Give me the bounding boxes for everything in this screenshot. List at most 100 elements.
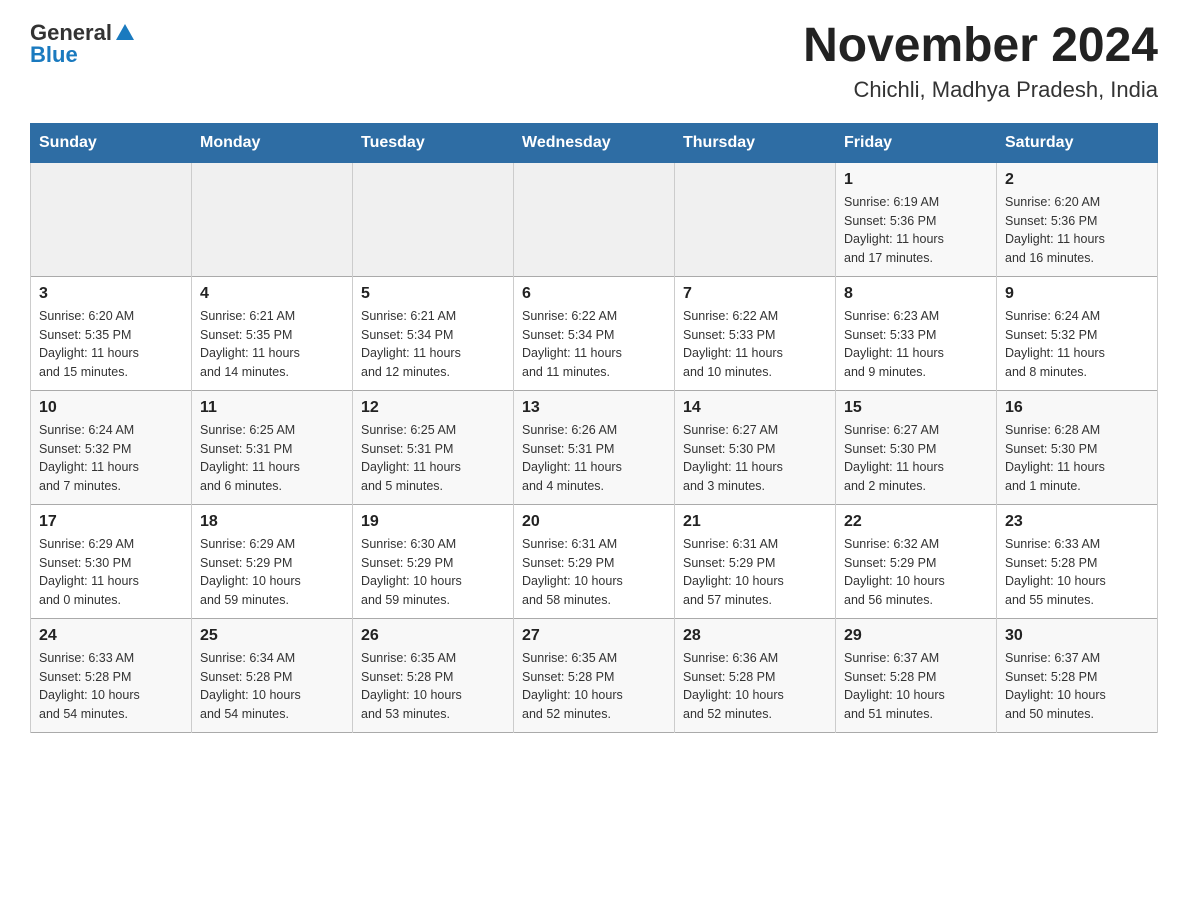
- day-info: Sunrise: 6:20 AM Sunset: 5:35 PM Dayligh…: [39, 307, 183, 382]
- calendar-cell: 16Sunrise: 6:28 AM Sunset: 5:30 PM Dayli…: [997, 390, 1158, 504]
- day-number: 30: [1005, 627, 1149, 645]
- day-number: 11: [200, 399, 344, 417]
- day-info: Sunrise: 6:22 AM Sunset: 5:34 PM Dayligh…: [522, 307, 666, 382]
- calendar-cell: 21 Sunrise: 6:31 AM Sunset: 5:29 PM Dayli…: [675, 504, 836, 618]
- calendar-cell: 18 Sunrise: 6:29 AM Sunset: 5:29 PM Dayli…: [192, 504, 353, 618]
- day-info: Sunrise: 6:25 AM Sunset: 5:31 PM Dayligh…: [361, 421, 505, 496]
- day-number: 7: [683, 285, 827, 303]
- calendar-cell: 13 Sunrise: 6:26 AM Sunset: 5:31 PM Dayli…: [514, 390, 675, 504]
- day-number: 15: [844, 399, 988, 417]
- day-info: Sunrise: 6:24 AM Sunset: 5:32 PM Dayligh…: [1005, 307, 1149, 382]
- calendar-cell: 1 Sunrise: 6:19 AM Sunset: 5:36 PM Daylig…: [836, 162, 997, 276]
- calendar-cell: 28 Sunrise: 6:36 AM Sunset: 5:28 PM Dayli…: [675, 618, 836, 732]
- day-info: Sunrise: 6:30 AM Sunset: 5:29 PM Dayligh…: [361, 535, 505, 610]
- calendar-cell: 11 Sunrise: 6:25 AM Sunset: 5:31 PM Dayli…: [192, 390, 353, 504]
- day-info: Sunrise: 6:35 AM Sunset: 5:28 PM Dayligh…: [522, 649, 666, 724]
- day-number: 14: [683, 399, 827, 417]
- day-number: 9: [1005, 285, 1149, 303]
- day-info: Sunrise: 6:26 AM Sunset: 5:31 PM Dayligh…: [522, 421, 666, 496]
- calendar-table: SundayMondayTuesdayWednesdayThursdayFrid…: [30, 123, 1158, 733]
- day-number: 26: [361, 627, 505, 645]
- calendar-cell: 20 Sunrise: 6:31 AM Sunset: 5:29 PM Dayli…: [514, 504, 675, 618]
- calendar-cell: 4Sunrise: 6:21 AM Sunset: 5:35 PM Daylig…: [192, 276, 353, 390]
- calendar-cell: 10 Sunrise: 6:24 AM Sunset: 5:32 PM Dayli…: [31, 390, 192, 504]
- calendar-cell: 17 Sunrise: 6:29 AM Sunset: 5:30 PM Dayli…: [31, 504, 192, 618]
- calendar-cell: 24Sunrise: 6:33 AM Sunset: 5:28 PM Dayli…: [31, 618, 192, 732]
- calendar-cell: 19 Sunrise: 6:30 AM Sunset: 5:29 PM Dayli…: [353, 504, 514, 618]
- calendar-cell: 15 Sunrise: 6:27 AM Sunset: 5:30 PM Dayli…: [836, 390, 997, 504]
- header-wednesday: Wednesday: [514, 123, 675, 162]
- calendar-cell: 2 Sunrise: 6:20 AM Sunset: 5:36 PM Daylig…: [997, 162, 1158, 276]
- day-number: 25: [200, 627, 344, 645]
- day-info: Sunrise: 6:32 AM Sunset: 5:29 PM Dayligh…: [844, 535, 988, 610]
- day-info: Sunrise: 6:37 AM Sunset: 5:28 PM Dayligh…: [1005, 649, 1149, 724]
- day-number: 13: [522, 399, 666, 417]
- week-row-5: 24Sunrise: 6:33 AM Sunset: 5:28 PM Dayli…: [31, 618, 1158, 732]
- calendar-cell: 22Sunrise: 6:32 AM Sunset: 5:29 PM Dayli…: [836, 504, 997, 618]
- day-number: 6: [522, 285, 666, 303]
- day-info: Sunrise: 6:27 AM Sunset: 5:30 PM Dayligh…: [683, 421, 827, 496]
- calendar-cell: 3 Sunrise: 6:20 AM Sunset: 5:35 PM Daylig…: [31, 276, 192, 390]
- day-info: Sunrise: 6:31 AM Sunset: 5:29 PM Dayligh…: [683, 535, 827, 610]
- day-info: Sunrise: 6:22 AM Sunset: 5:33 PM Dayligh…: [683, 307, 827, 382]
- day-number: 8: [844, 285, 988, 303]
- day-number: 28: [683, 627, 827, 645]
- calendar-cell: [192, 162, 353, 276]
- calendar-header-row: SundayMondayTuesdayWednesdayThursdayFrid…: [31, 123, 1158, 162]
- day-number: 17: [39, 513, 183, 531]
- calendar-cell: 26Sunrise: 6:35 AM Sunset: 5:28 PM Dayli…: [353, 618, 514, 732]
- calendar-cell: 29 Sunrise: 6:37 AM Sunset: 5:28 PM Dayli…: [836, 618, 997, 732]
- week-row-2: 3 Sunrise: 6:20 AM Sunset: 5:35 PM Daylig…: [31, 276, 1158, 390]
- day-number: 3: [39, 285, 183, 303]
- header-tuesday: Tuesday: [353, 123, 514, 162]
- calendar-cell: 27Sunrise: 6:35 AM Sunset: 5:28 PM Dayli…: [514, 618, 675, 732]
- month-title: November 2024: [803, 20, 1158, 73]
- day-info: Sunrise: 6:21 AM Sunset: 5:35 PM Dayligh…: [200, 307, 344, 382]
- day-info: Sunrise: 6:25 AM Sunset: 5:31 PM Dayligh…: [200, 421, 344, 496]
- calendar-cell: [31, 162, 192, 276]
- day-number: 1: [844, 171, 988, 189]
- header-thursday: Thursday: [675, 123, 836, 162]
- calendar-cell: 8 Sunrise: 6:23 AM Sunset: 5:33 PM Daylig…: [836, 276, 997, 390]
- day-info: Sunrise: 6:21 AM Sunset: 5:34 PM Dayligh…: [361, 307, 505, 382]
- day-number: 12: [361, 399, 505, 417]
- calendar-cell: 14 Sunrise: 6:27 AM Sunset: 5:30 PM Dayli…: [675, 390, 836, 504]
- day-info: Sunrise: 6:23 AM Sunset: 5:33 PM Dayligh…: [844, 307, 988, 382]
- title-section: November 2024 Chichli, Madhya Pradesh, I…: [803, 20, 1158, 103]
- day-info: Sunrise: 6:34 AM Sunset: 5:28 PM Dayligh…: [200, 649, 344, 724]
- day-number: 19: [361, 513, 505, 531]
- day-number: 2: [1005, 171, 1149, 189]
- header-friday: Friday: [836, 123, 997, 162]
- header-monday: Monday: [192, 123, 353, 162]
- page-header: General Blue November 2024 Chichli, Madh…: [30, 20, 1158, 103]
- calendar-cell: 23Sunrise: 6:33 AM Sunset: 5:28 PM Dayli…: [997, 504, 1158, 618]
- day-number: 21: [683, 513, 827, 531]
- day-info: Sunrise: 6:37 AM Sunset: 5:28 PM Dayligh…: [844, 649, 988, 724]
- day-number: 18: [200, 513, 344, 531]
- day-number: 10: [39, 399, 183, 417]
- day-info: Sunrise: 6:19 AM Sunset: 5:36 PM Dayligh…: [844, 193, 988, 268]
- day-info: Sunrise: 6:20 AM Sunset: 5:36 PM Dayligh…: [1005, 193, 1149, 268]
- calendar-cell: [353, 162, 514, 276]
- day-info: Sunrise: 6:33 AM Sunset: 5:28 PM Dayligh…: [1005, 535, 1149, 610]
- week-row-4: 17 Sunrise: 6:29 AM Sunset: 5:30 PM Dayli…: [31, 504, 1158, 618]
- day-info: Sunrise: 6:27 AM Sunset: 5:30 PM Dayligh…: [844, 421, 988, 496]
- header-saturday: Saturday: [997, 123, 1158, 162]
- day-info: Sunrise: 6:31 AM Sunset: 5:29 PM Dayligh…: [522, 535, 666, 610]
- logo: General Blue: [30, 20, 136, 68]
- calendar-cell: 30 Sunrise: 6:37 AM Sunset: 5:28 PM Dayli…: [997, 618, 1158, 732]
- calendar-cell: 7 Sunrise: 6:22 AM Sunset: 5:33 PM Daylig…: [675, 276, 836, 390]
- day-info: Sunrise: 6:29 AM Sunset: 5:30 PM Dayligh…: [39, 535, 183, 610]
- day-number: 20: [522, 513, 666, 531]
- week-row-1: 1 Sunrise: 6:19 AM Sunset: 5:36 PM Daylig…: [31, 162, 1158, 276]
- location-title: Chichli, Madhya Pradesh, India: [803, 77, 1158, 103]
- day-number: 29: [844, 627, 988, 645]
- calendar-cell: 6 Sunrise: 6:22 AM Sunset: 5:34 PM Daylig…: [514, 276, 675, 390]
- day-info: Sunrise: 6:33 AM Sunset: 5:28 PM Dayligh…: [39, 649, 183, 724]
- day-number: 16: [1005, 399, 1149, 417]
- day-info: Sunrise: 6:24 AM Sunset: 5:32 PM Dayligh…: [39, 421, 183, 496]
- day-info: Sunrise: 6:36 AM Sunset: 5:28 PM Dayligh…: [683, 649, 827, 724]
- day-info: Sunrise: 6:29 AM Sunset: 5:29 PM Dayligh…: [200, 535, 344, 610]
- week-row-3: 10 Sunrise: 6:24 AM Sunset: 5:32 PM Dayli…: [31, 390, 1158, 504]
- calendar-cell: 5Sunrise: 6:21 AM Sunset: 5:34 PM Daylig…: [353, 276, 514, 390]
